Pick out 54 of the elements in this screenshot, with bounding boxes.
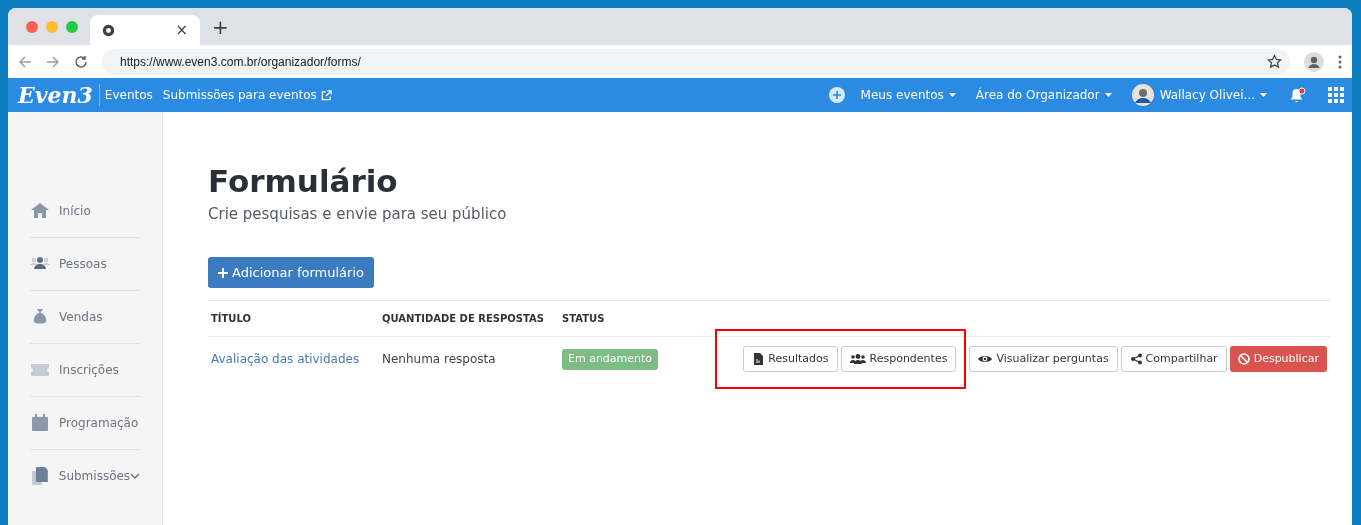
sidebar-item[interactable]: Programação [30,396,140,449]
sidebar-item[interactable]: Submissões [30,449,140,502]
document-icon [752,353,765,366]
sidebar-item[interactable]: Pessoas [30,237,140,290]
page-title: Formulário [208,162,399,201]
house-icon [30,200,50,221]
browser-tab[interactable]: × [90,15,200,45]
reload-icon[interactable] [74,54,88,69]
forward-arrow-icon[interactable] [46,54,60,69]
logo[interactable]: Even3 [18,84,100,106]
sidebar-item[interactable]: Vendas [30,290,140,343]
prohibited-icon [1237,353,1250,366]
chevron-down-icon [130,473,140,479]
back-arrow-icon[interactable] [18,54,32,69]
bookmark-star-icon[interactable] [1267,54,1282,69]
form-title-link[interactable]: Avaliação das atividades [211,352,360,367]
navbar-link[interactable]: Submissões para eventos [162,86,332,104]
close-tab-button[interactable]: × [175,18,188,42]
action-button[interactable]: Respondentes [840,346,957,373]
caret-icon [1260,93,1267,97]
close-window-icon[interactable] [26,20,38,33]
sidebar-item[interactable]: Início [30,184,140,237]
caret-icon [1104,93,1112,97]
new-tab-button[interactable]: + [212,11,229,42]
action-button[interactable]: Despublicar [1229,346,1327,373]
user-menu[interactable]: Wallacy Olivei... [1131,84,1267,106]
address-bar[interactable]: https://www.even3.com.br/organizador/forms/ [102,48,1290,75]
people-icon [849,353,866,366]
notification-bell-icon[interactable] [1289,86,1306,104]
plus-icon [218,267,228,278]
page-subtitle: Crie pesquisas e envie para seu público [208,203,508,225]
avatar-icon [1131,84,1154,106]
profile-avatar-icon[interactable] [1304,51,1324,72]
action-button[interactable]: Visualizar perguntas [969,346,1118,373]
caret-icon [948,93,956,97]
add-form-button[interactable]: Adicionar formulário [208,257,374,289]
navbar-menu[interactable]: Área do Organizador [975,86,1112,104]
apps-grid-icon[interactable] [1328,87,1344,103]
navbar-link[interactable]: Eventos [104,86,153,104]
browser-logo-icon [102,23,115,37]
share-icon [1129,353,1142,366]
sidebar-item[interactable]: Inscrições [30,343,140,396]
column-header: STATUS [562,313,605,325]
action-button[interactable]: Compartilhar [1120,346,1227,373]
status-badge: Em andamento [562,349,659,370]
add-circle-icon[interactable] [828,87,845,103]
menu-icon[interactable] [1338,54,1342,69]
action-button[interactable]: Resultados [743,346,838,373]
documents-icon [30,466,50,486]
table-cell: Nenhuma resposta [382,352,496,367]
calendar-icon [30,413,50,433]
column-header: QUANTIDADE DE RESPOSTAS [382,313,544,325]
navbar-menu[interactable]: Meus eventos [860,86,956,104]
column-header: TÍTULO [211,313,251,325]
